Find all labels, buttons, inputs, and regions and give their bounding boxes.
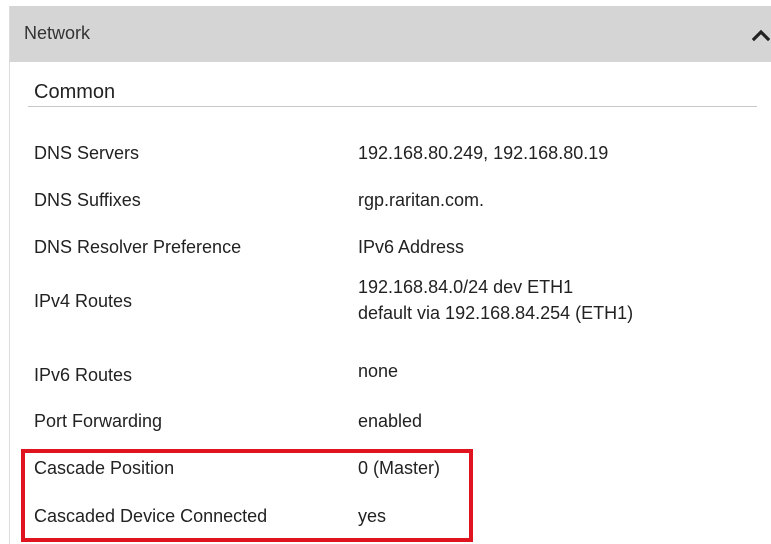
row-label: IPv4 Routes: [34, 291, 133, 311]
chevron-up-icon[interactable]: [751, 28, 771, 42]
row-value: rgp.raritan.com.: [358, 190, 485, 210]
row-label: DNS Resolver Preference: [34, 237, 242, 257]
row-label: Port Forwarding: [34, 411, 163, 431]
section-title: Common: [34, 81, 116, 103]
network-panel: Network Common DNS Servers 192.168.80.24…: [9, 6, 771, 544]
row-value: IPv6 Address: [358, 237, 465, 257]
row-label: DNS Suffixes: [34, 190, 141, 210]
panel-header[interactable]: Network: [10, 6, 771, 62]
row-value: 192.168.84.0/24 dev ETH1: [358, 277, 574, 297]
row-value: enabled: [358, 411, 423, 431]
row-value: none: [358, 361, 399, 381]
highlight-box: [21, 449, 473, 542]
row-value: default via 192.168.84.254 (ETH1): [358, 303, 634, 323]
row-value: 192.168.80.249, 192.168.80.19: [358, 143, 609, 163]
section-divider: [28, 106, 757, 107]
panel-title: Network: [24, 23, 91, 43]
row-label: IPv6 Routes: [34, 365, 133, 385]
row-label: DNS Servers: [34, 143, 140, 163]
